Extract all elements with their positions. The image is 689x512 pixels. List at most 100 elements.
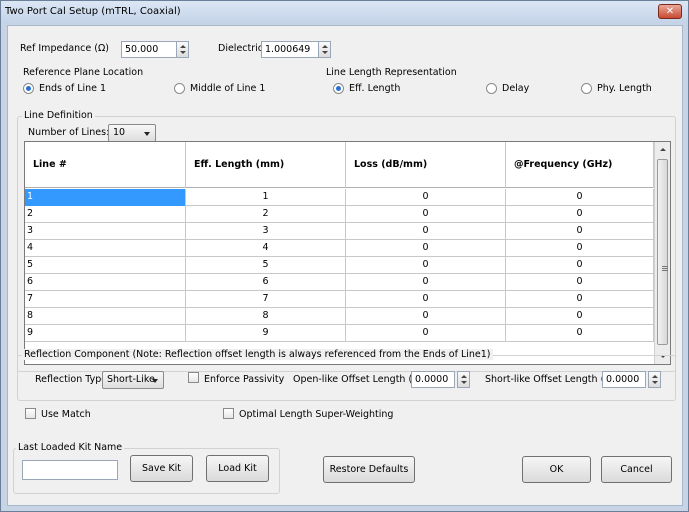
dielectric-spinner[interactable] (318, 41, 331, 58)
table-cell[interactable]: 3 (25, 223, 186, 240)
table-scrollbar[interactable] (654, 142, 670, 364)
ref-impedance-spinner[interactable] (176, 41, 189, 58)
table-cell[interactable]: 0 (346, 206, 506, 223)
table-cell[interactable]: 0 (346, 274, 506, 291)
cancel-button[interactable]: Cancel (601, 456, 672, 483)
dialog-window: Two Port Cal Setup (mTRL, Coaxial) ✕ Ref… (0, 0, 689, 512)
table-row[interactable]: 5500 (25, 257, 654, 274)
table-cell[interactable]: 6 (25, 274, 186, 291)
table-cell[interactable]: 9 (25, 325, 186, 342)
radio-ends-of-line-1[interactable] (23, 83, 34, 94)
table-row[interactable]: 3300 (25, 223, 654, 240)
table-row[interactable]: 7700 (25, 291, 654, 308)
short-offset-input[interactable]: 0.0000 (602, 371, 646, 388)
table-cell[interactable]: 0 (506, 223, 654, 240)
radio-label-phy-length: Phy. Length (597, 83, 652, 94)
optimal-length-checkbox[interactable] (223, 408, 234, 419)
table-row[interactable]: 8800 (25, 308, 654, 325)
reflection-type-label: Reflection Type (35, 374, 108, 385)
reflection-type-select[interactable]: Short-Like (102, 371, 164, 389)
kit-name-input[interactable] (22, 460, 118, 480)
table-cell[interactable]: 7 (25, 291, 186, 308)
table-cell[interactable]: 0 (346, 325, 506, 342)
table-cell[interactable]: 0 (346, 189, 506, 206)
chevron-down-icon (152, 379, 158, 383)
open-offset-spinner[interactable] (457, 371, 470, 388)
use-match-label: Use Match (41, 409, 91, 420)
table-cell[interactable]: 5 (186, 257, 346, 274)
ref-impedance-input[interactable]: 50.000 (121, 41, 177, 58)
table-cell[interactable]: 0 (506, 257, 654, 274)
num-lines-label: Number of Lines: (28, 127, 110, 138)
short-offset-spinner[interactable] (648, 371, 661, 388)
column-header-line[interactable]: Line # (25, 142, 186, 188)
table-cell[interactable]: 2 (186, 206, 346, 223)
table-cell[interactable]: 0 (506, 325, 654, 342)
radio-label-eff-length: Eff. Length (349, 83, 401, 94)
table-cell[interactable]: 0 (346, 257, 506, 274)
table-cell[interactable]: 0 (346, 240, 506, 257)
table-cell[interactable]: 3 (186, 223, 346, 240)
reflection-title: Reflection Component (Note: Reflection o… (22, 349, 493, 360)
table-cell[interactable]: 0 (506, 274, 654, 291)
radio-phy-length[interactable] (581, 83, 592, 94)
open-offset-input[interactable]: 0.0000 (411, 371, 455, 388)
load-kit-button[interactable]: Load Kit (206, 455, 269, 482)
radio-label-middle-of-line-1: Middle of Line 1 (190, 83, 266, 94)
ref-impedance-label: Ref Impedance (Ω) (20, 43, 109, 54)
table-cell[interactable]: 8 (186, 308, 346, 325)
table-row[interactable]: 1100 (25, 189, 654, 206)
optimal-length-label: Optimal Length Super-Weighting (239, 409, 394, 420)
table-cell[interactable]: 0 (506, 189, 654, 206)
reflection-type-value: Short-Like (107, 374, 155, 385)
table-cell[interactable]: 8 (25, 308, 186, 325)
use-match-checkbox[interactable] (25, 408, 36, 419)
table-cell[interactable]: 2 (25, 206, 186, 223)
table-cell[interactable]: 4 (25, 240, 186, 257)
radio-delay[interactable] (486, 83, 497, 94)
table-cell[interactable]: 0 (506, 308, 654, 325)
column-header-frequency[interactable]: @Frequency (GHz) (506, 142, 654, 188)
dialog-client: Ref Impedance (Ω) 50.000 Dielectric 1.00… (7, 25, 683, 506)
radio-middle-of-line-1[interactable] (174, 83, 185, 94)
table-cell[interactable]: 1 (186, 189, 346, 206)
table-row[interactable]: 6600 (25, 274, 654, 291)
table-cell[interactable]: 6 (186, 274, 346, 291)
scrollbar-thumb[interactable] (657, 159, 668, 345)
table-cell[interactable]: 0 (506, 240, 654, 257)
table-cell[interactable]: 1 (25, 189, 186, 206)
ref-plane-title: Reference Plane Location (23, 67, 144, 78)
table-cell[interactable]: 0 (506, 291, 654, 308)
table-cell[interactable]: 5 (25, 257, 186, 274)
line-definition-title: Line Definition (22, 110, 95, 121)
table-row[interactable]: 2200 (25, 206, 654, 223)
table-cell[interactable]: 7 (186, 291, 346, 308)
table-cell[interactable]: 0 (346, 223, 506, 240)
close-button[interactable]: ✕ (658, 4, 682, 19)
enforce-passivity-label: Enforce Passivity (204, 374, 285, 385)
kit-title: Last Loaded Kit Name (16, 442, 125, 453)
chevron-down-icon (144, 132, 150, 136)
table-cell[interactable]: 0 (506, 206, 654, 223)
num-lines-select[interactable]: 10 (108, 124, 156, 142)
column-header-loss[interactable]: Loss (dB/mm) (346, 142, 506, 188)
table-cell[interactable]: 0 (346, 291, 506, 308)
table-cell[interactable]: 4 (186, 240, 346, 257)
scroll-up-icon[interactable] (660, 148, 666, 151)
table-row[interactable]: 4400 (25, 240, 654, 257)
num-lines-value: 10 (113, 127, 126, 138)
line-length-title: Line Length Representation (326, 67, 457, 78)
table-cell[interactable]: 0 (346, 308, 506, 325)
enforce-passivity-checkbox[interactable] (188, 372, 199, 383)
line-table[interactable]: Line # Eff. Length (mm) Loss (dB/mm) @Fr… (24, 141, 671, 365)
restore-defaults-button[interactable]: Restore Defaults (323, 456, 415, 483)
table-cell[interactable]: 9 (186, 325, 346, 342)
column-header-eff-length[interactable]: Eff. Length (mm) (186, 142, 346, 188)
radio-label-ends-of-line-1: Ends of Line 1 (39, 83, 107, 94)
table-header: Line # Eff. Length (mm) Loss (dB/mm) @Fr… (25, 142, 654, 188)
save-kit-button[interactable]: Save Kit (130, 455, 193, 482)
radio-eff-length[interactable] (333, 83, 344, 94)
table-row[interactable]: 9900 (25, 325, 654, 342)
ok-button[interactable]: OK (522, 456, 591, 483)
dielectric-input[interactable]: 1.000649 (261, 41, 319, 58)
